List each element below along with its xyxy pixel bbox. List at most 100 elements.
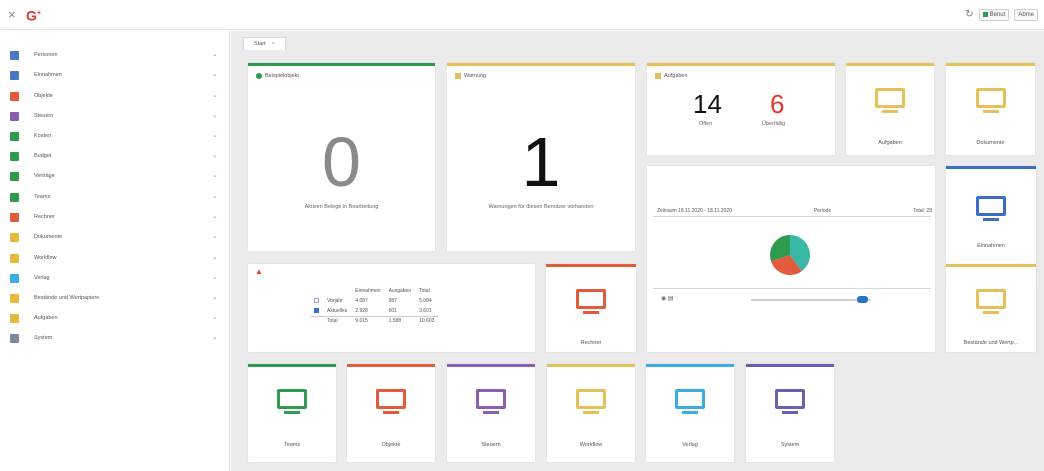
tile-accent-bar — [946, 166, 1036, 169]
app-tile-label: Verlag — [682, 442, 698, 448]
sidebar-item[interactable]: Personen ⌄ — [0, 46, 230, 66]
close-icon[interactable]: × — [272, 41, 275, 47]
sidebar-item[interactable]: Budget ⌄ — [0, 147, 230, 167]
chevron-down-icon[interactable]: ⌄ — [212, 273, 218, 281]
sidebar-item[interactable]: Objekte ⌄ — [0, 87, 230, 107]
chevron-down-icon[interactable]: ⌄ — [212, 131, 218, 139]
filter-mode[interactable]: Periode — [814, 208, 831, 214]
tile-accent-bar — [447, 364, 535, 367]
monitor-icon — [376, 389, 406, 415]
tile-accent-bar — [846, 63, 934, 66]
sidebar-item-label: Einnahmen — [34, 72, 62, 78]
chevron-down-icon[interactable]: ⌄ — [212, 293, 218, 301]
app-tile[interactable]: Verlag — [646, 364, 734, 462]
overdue-task-count: 6 — [770, 89, 785, 119]
tile-beispielobjekt[interactable]: Beispielobjekt 0 Aktiven Belege in Bearb… — [248, 63, 435, 251]
chevron-down-icon[interactable]: ⌄ — [212, 333, 218, 341]
monitor-icon — [875, 88, 905, 114]
tile-warnung[interactable]: Warnung 1 Warnungen für diesen Benutzer … — [447, 63, 635, 251]
logout-button[interactable]: Abme — [1014, 9, 1038, 22]
sidebar-item[interactable]: Kosten ⌄ — [0, 127, 230, 147]
chevron-down-icon[interactable]: ⌄ — [212, 70, 218, 78]
chart-slider[interactable] — [751, 296, 871, 303]
app-tile[interactable]: Rechner — [546, 264, 636, 352]
chevron-down-icon[interactable]: ⌄ — [212, 212, 218, 220]
sidebar-item-label: Aufgaben — [34, 315, 58, 321]
checkbox-icon[interactable] — [314, 298, 319, 304]
sidebar-item[interactable]: Bestände und Wertpapiere ⌄ — [0, 289, 230, 309]
sidebar-item-label: Personen — [34, 52, 58, 58]
tab-start[interactable]: Start × — [243, 37, 286, 50]
money-icon — [10, 172, 19, 181]
money-icon — [10, 152, 19, 161]
filter-total: Total: 28 — [913, 208, 932, 214]
sidebar-item[interactable]: System ⌄ — [0, 329, 230, 349]
sidebar-item[interactable]: Steuern ⌄ — [0, 107, 230, 127]
chart-controls[interactable]: ◉ ▤ — [661, 295, 674, 302]
app-tile[interactable]: Bestände und Wertp... — [946, 264, 1036, 352]
money-icon — [10, 132, 19, 141]
book-icon — [10, 274, 19, 283]
divider — [653, 216, 931, 217]
app-tile[interactable]: System — [746, 364, 834, 462]
tile-accent-bar — [248, 63, 435, 66]
app-tile-label: Rechner — [580, 340, 602, 346]
chevron-down-icon[interactable]: ⌄ — [212, 192, 218, 200]
app-tile-label: Teams — [283, 442, 301, 448]
monitor-icon — [675, 389, 705, 415]
chevron-down-icon[interactable]: ⌄ — [212, 313, 218, 321]
checkbox-icon[interactable] — [314, 307, 319, 313]
user-button[interactable]: Benut — [978, 9, 1010, 22]
slider-handle[interactable] — [857, 296, 868, 303]
sidebar-item[interactable]: Teams ⌄ — [0, 188, 230, 208]
sidebar-item[interactable]: Verlag ⌄ — [0, 269, 230, 289]
chevron-down-icon[interactable]: ⌄ — [212, 253, 218, 261]
monitor-icon — [975, 88, 1006, 114]
tile-statistics[interactable]: ▲ Einnahmen Ausgaben Total Vorjahr 4.087… — [248, 264, 535, 352]
app-tile[interactable]: Workflow — [547, 364, 635, 462]
app-tile-label: Aufgaben — [878, 140, 902, 146]
table-row: Vorjahr 4.087 987 5.084 — [310, 296, 438, 306]
chevron-down-icon[interactable]: ⌄ — [212, 91, 218, 99]
tile-accent-bar — [647, 63, 835, 66]
sidebar-item-label: Verlag — [34, 275, 50, 281]
sidebar-item-label: Kosten — [34, 133, 52, 139]
chevron-down-icon[interactable]: ⌄ — [212, 50, 218, 58]
chevron-down-icon[interactable]: ⌄ — [212, 232, 218, 240]
sidebar-item[interactable]: Einnahmen ⌄ — [0, 66, 230, 86]
tile-aufgaben-summary[interactable]: Aufgaben 14 Offen 6 Überfällig — [647, 63, 835, 155]
warning-icon — [455, 73, 461, 79]
chevron-down-icon[interactable]: ⌄ — [212, 151, 218, 159]
refresh-icon[interactable]: ↻ — [965, 10, 973, 20]
column-header: Ausgaben — [388, 288, 412, 294]
sidebar-item[interactable]: Rechner ⌄ — [0, 208, 230, 228]
app-tile-label: Workflow — [579, 442, 603, 448]
sidebar-item[interactable]: Dokumente ⌄ — [0, 228, 230, 248]
sidebar-item[interactable]: Aufgaben ⌄ — [0, 309, 230, 329]
sidebar-item[interactable]: Verträge ⌄ — [0, 167, 230, 187]
tile-chart[interactable]: Zeitraum 18.11.2020 - 18.11.2020 Periode… — [647, 166, 935, 352]
task-icon — [655, 73, 661, 79]
person-icon — [10, 51, 19, 60]
active-count: 0 — [322, 123, 361, 201]
tile-accent-bar — [946, 264, 1036, 267]
chevron-down-icon[interactable]: ⌄ — [212, 111, 218, 119]
app-tile[interactable]: Objekte — [347, 364, 435, 462]
chevron-down-icon[interactable]: ⌄ — [212, 171, 218, 179]
tile-accent-bar — [248, 364, 336, 367]
app-tile[interactable]: Teams — [248, 364, 336, 462]
tab-strip: Start × — [243, 37, 286, 51]
column-header: Total — [419, 288, 430, 294]
column-header: Einnahmen — [355, 288, 381, 294]
warning-count-label: Warnungen für diesen Benutzer vorhanden — [488, 204, 594, 210]
app-tile[interactable]: Dokumente — [946, 63, 1035, 155]
building-icon — [10, 92, 19, 101]
filter-period[interactable]: Zeitraum 18.11.2020 - 18.11.2020 — [657, 208, 732, 214]
close-icon[interactable]: × — [8, 8, 16, 21]
app-tile[interactable]: Steuern — [447, 364, 535, 462]
sidebar-item[interactable]: Workflow ⌄ — [0, 249, 230, 269]
app-tile[interactable]: Aufgaben — [846, 63, 934, 155]
calculator-icon — [10, 213, 19, 222]
sidebar-item-label: Dokumente — [34, 234, 63, 240]
app-tile-label: Objekte — [381, 442, 401, 448]
